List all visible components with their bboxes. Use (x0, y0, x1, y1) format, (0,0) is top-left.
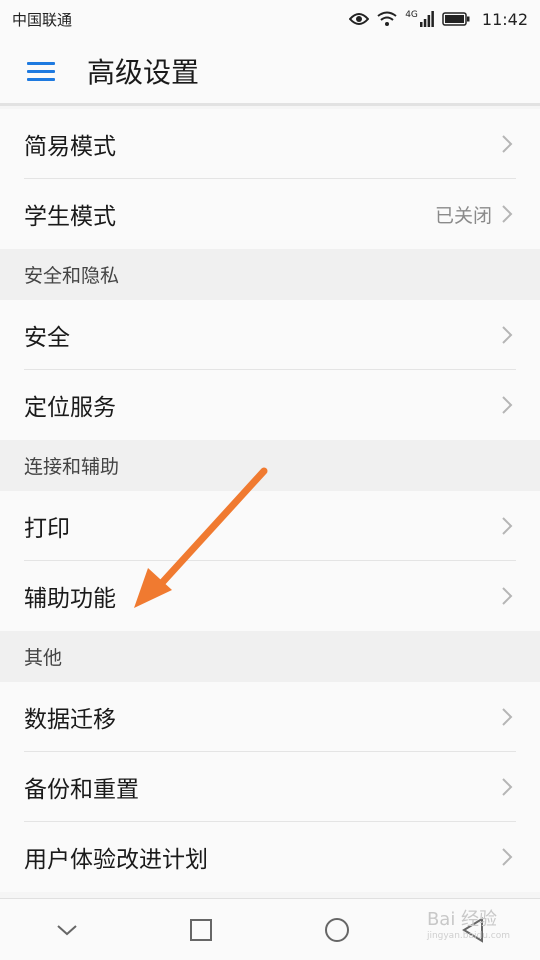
wifi-icon (377, 11, 397, 26)
settings-item-data-migration[interactable]: 数据迁移 (0, 682, 540, 752)
chevron-right-icon (502, 135, 513, 153)
settings-item-student-mode[interactable]: 学生模式 已关闭 (0, 179, 540, 249)
settings-item-security[interactable]: 安全 (0, 300, 540, 370)
status-icons: 4G 11:42 (349, 10, 528, 29)
chevron-right-icon (502, 517, 513, 535)
carrier-name: 中国联通 (12, 10, 73, 29)
chevron-right-icon (502, 848, 513, 866)
section-header-other: 其他 (0, 631, 540, 682)
chevron-right-icon (502, 326, 513, 344)
chevron-right-icon (502, 778, 513, 796)
settings-item-label: 数据迁移 (24, 707, 116, 733)
app-bar: 高级设置 (0, 38, 540, 106)
settings-item-accessibility[interactable]: 辅助功能 (0, 561, 540, 631)
settings-item-label: 备份和重置 (24, 777, 139, 803)
recents-button[interactable] (189, 918, 213, 942)
menu-icon[interactable] (27, 60, 57, 82)
settings-item-label: 学生模式 (24, 204, 116, 230)
settings-item-label: 辅助功能 (24, 586, 116, 612)
chevron-down-icon[interactable] (56, 923, 78, 937)
home-button[interactable] (324, 917, 350, 943)
settings-item-print[interactable]: 打印 (0, 491, 540, 561)
settings-item-user-experience[interactable]: 用户体验改进计划 (0, 822, 540, 892)
watermark-text: Bai 经验 (426, 909, 498, 930)
chevron-right-icon (502, 587, 513, 605)
settings-item-location[interactable]: 定位服务 (0, 370, 540, 440)
settings-item-label: 定位服务 (24, 395, 116, 421)
eye-icon (349, 13, 370, 25)
settings-item-simple-mode[interactable]: 简易模式 (0, 109, 540, 179)
section-header-security-privacy: 安全和隐私 (0, 249, 540, 300)
settings-list: 简易模式 学生模式 已关闭 安全和隐私 安全 定位服务 连接和辅助 打印 辅助功… (0, 109, 540, 892)
settings-item-backup-reset[interactable]: 备份和重置 (0, 752, 540, 822)
section-header-connectivity: 连接和辅助 (0, 440, 540, 491)
watermark-sub: jingyan.baidu.com (426, 931, 510, 941)
settings-item-label: 简易模式 (24, 134, 116, 160)
clock: 11:42 (481, 9, 528, 29)
status-bar: 中国联通 4G 11:42 (0, 0, 540, 38)
signal-icon (419, 11, 434, 27)
settings-item-label: 用户体验改进计划 (24, 847, 208, 873)
watermark: Bai 经验 jingyan.baidu.com (427, 905, 510, 941)
chevron-right-icon (502, 708, 513, 726)
settings-item-value: 已关闭 (434, 204, 492, 227)
chevron-right-icon (502, 396, 513, 414)
battery-icon (442, 12, 470, 26)
settings-item-label: 安全 (24, 325, 70, 351)
network-type: 4G (405, 9, 418, 20)
settings-item-label: 打印 (24, 516, 70, 542)
chevron-right-icon (502, 205, 513, 223)
page-title: 高级设置 (87, 55, 200, 89)
